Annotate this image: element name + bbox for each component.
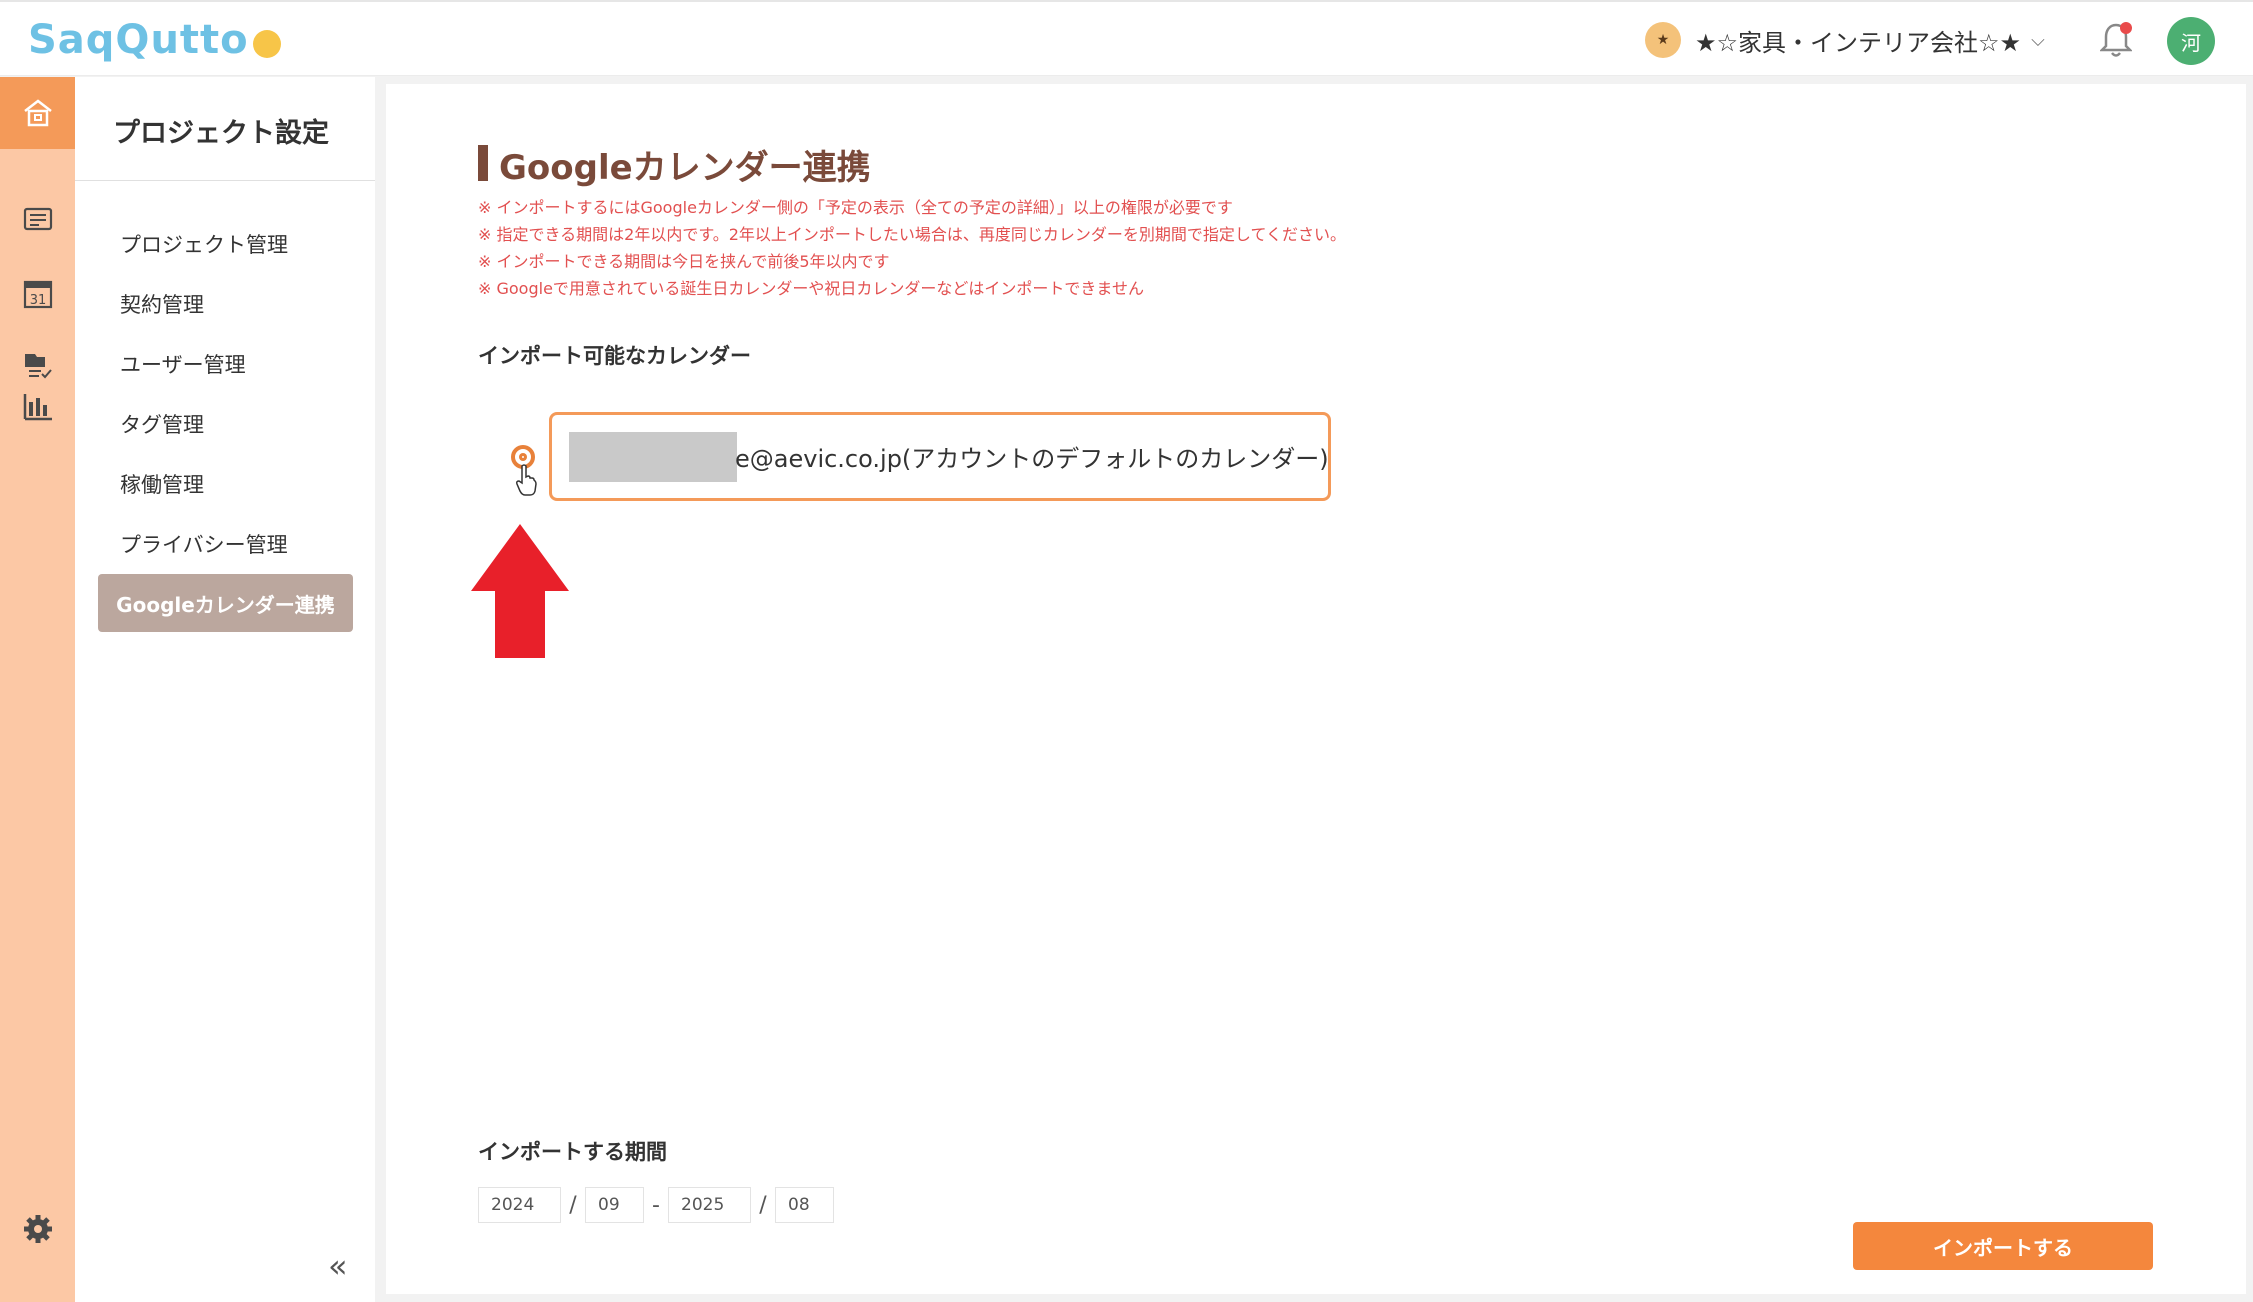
page-title: Googleカレンダー連携: [499, 148, 871, 188]
sidebar-item-project[interactable]: プロジェクト管理: [120, 229, 288, 259]
sidebar-item-google-calendar[interactable]: Googleカレンダー連携: [98, 574, 353, 632]
date-separator: /: [759, 1192, 767, 1218]
sidebar-divider: [75, 180, 375, 181]
sidebar-item-tags[interactable]: タグ管理: [120, 409, 204, 439]
company-badge: ★: [1645, 22, 1681, 58]
chart-icon: [23, 394, 52, 421]
start-year-input[interactable]: [478, 1187, 561, 1223]
period-inputs: / - /: [478, 1187, 834, 1223]
start-month-input[interactable]: [585, 1187, 644, 1223]
calendars-section-label: インポート可能なカレンダー: [478, 344, 751, 368]
title-accent-bar: [478, 145, 488, 181]
import-notes: ※ インポートするにはGoogleカレンダー側の「予定の表示（全ての予定の詳細）…: [478, 194, 1346, 302]
app-header: SaqQutto ★ ★☆家具・インテリア会社☆★ ⌵ 河: [0, 0, 2253, 76]
chevron-down-icon: ⌵: [2031, 29, 2045, 51]
settings-sidebar: プロジェクト設定 プロジェクト管理 契約管理 ユーザー管理 タグ管理 稼働管理 …: [75, 77, 375, 1302]
collapse-sidebar-icon[interactable]: «: [328, 1247, 348, 1285]
redacted-email: [569, 431, 737, 482]
main-panel: Googleカレンダー連携 ※ インポートするにはGoogleカレンダー側の「予…: [386, 84, 2246, 1294]
annotation-arrow-up-icon: [471, 524, 569, 658]
logo-text: SaqQutto: [28, 17, 249, 63]
sidebar-item-contract[interactable]: 契約管理: [120, 289, 204, 319]
rail-item-list[interactable]: [0, 183, 75, 255]
home-icon: [23, 99, 52, 127]
rail-item-chart[interactable]: [0, 371, 75, 443]
note-line: ※ インポートできる期間は今日を挟んで前後5年以内です: [478, 252, 890, 271]
company-selector[interactable]: ★ ★☆家具・インテリア会社☆★ ⌵: [1645, 20, 2045, 60]
app-logo[interactable]: SaqQutto: [28, 12, 281, 68]
range-separator: -: [652, 1192, 660, 1218]
sidebar-item-users[interactable]: ユーザー管理: [120, 349, 246, 379]
calendar-icon-label: 31: [29, 293, 46, 308]
rail-item-calendar[interactable]: 31: [0, 258, 75, 330]
import-button[interactable]: インポートする: [1853, 1222, 2153, 1270]
note-line: ※ 指定できる期間は2年以内です。2年以上インポートしたい場合は、再度同じカレン…: [478, 225, 1346, 244]
date-separator: /: [569, 1192, 577, 1218]
note-line: ※ インポートするにはGoogleカレンダー側の「予定の表示（全ての予定の詳細）…: [478, 198, 1233, 217]
notification-dot: [2120, 22, 2132, 34]
calendar-option[interactable]: e@aevic.co.jp(アカウントのデフォルトのカレンダー): [549, 412, 1331, 501]
sidebar-item-workload[interactable]: 稼働管理: [120, 469, 204, 499]
sidebar-item-privacy[interactable]: プライバシー管理: [120, 529, 288, 559]
avatar[interactable]: 河: [2167, 17, 2215, 65]
rail-item-settings[interactable]: [0, 1193, 75, 1265]
gear-icon: [23, 1215, 52, 1243]
note-line: ※ Googleで用意されている誕生日カレンダーや祝日カレンダーなどはインポート…: [478, 279, 1144, 298]
end-month-input[interactable]: [775, 1187, 834, 1223]
calendar-icon: 31: [23, 280, 52, 309]
logo-coin-icon: [252, 30, 281, 58]
calendar-option-label: e@aevic.co.jp(アカウントのデフォルトのカレンダー): [735, 445, 1329, 473]
period-section-label: インポートする期間: [478, 1140, 667, 1164]
company-name: ★☆家具・インテリア会社☆★: [1695, 28, 2022, 57]
list-icon: [23, 207, 52, 231]
icon-rail: 31: [0, 77, 75, 1302]
end-year-input[interactable]: [668, 1187, 751, 1223]
sidebar-title: プロジェクト設定: [113, 118, 329, 149]
hand-cursor-icon: [516, 464, 537, 496]
rail-item-home[interactable]: [0, 77, 75, 149]
